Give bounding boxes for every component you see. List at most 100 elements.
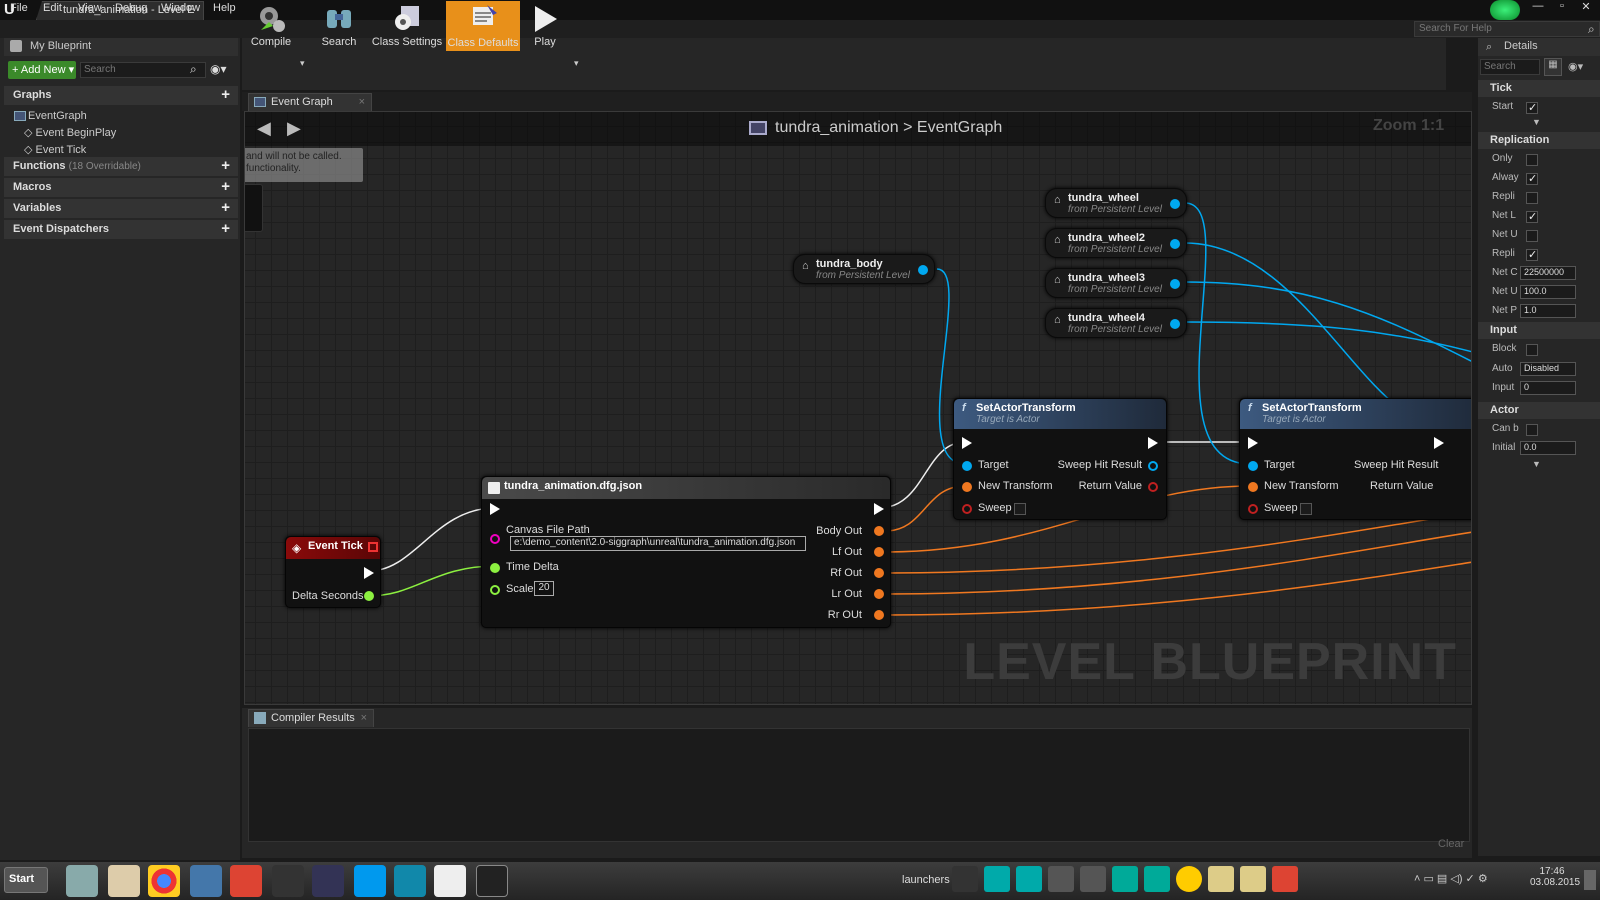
delegate-pin-icon[interactable]	[368, 542, 378, 552]
launcher-icon[interactable]	[1144, 866, 1170, 892]
compiler-output[interactable]	[248, 728, 1470, 842]
object-pin[interactable]	[1170, 319, 1180, 329]
delta-seconds-pin[interactable]	[364, 591, 374, 601]
tree-item-event-beginplay[interactable]: ◇ Event BeginPlay	[24, 126, 116, 139]
add-new-button[interactable]: + Add New ▾	[8, 61, 76, 79]
replication-checkbox[interactable]	[1526, 172, 1538, 185]
auto-dropdown[interactable]: Disabled	[1520, 362, 1576, 376]
rr-out-pin[interactable]	[874, 610, 884, 620]
sweep-hit-pin[interactable]	[1148, 461, 1158, 471]
lf-out-pin[interactable]	[874, 547, 884, 557]
replication-checkbox[interactable]	[1526, 192, 1538, 204]
sweep-pin[interactable]	[962, 504, 972, 514]
exec-in-pin[interactable]	[1248, 437, 1258, 449]
launcher-icon[interactable]	[1112, 866, 1138, 892]
tray-icons[interactable]: ˄ ▭ ▤ ◁) ✓ ⚙	[1414, 872, 1488, 885]
clock[interactable]: 17:46 03.08.2015	[1530, 866, 1580, 888]
launcher-icon[interactable]	[984, 866, 1010, 892]
return-value-pin[interactable]	[1148, 482, 1158, 492]
skype-icon[interactable]	[354, 865, 386, 897]
chrome-icon[interactable]	[148, 865, 180, 897]
details-search-input[interactable]: Search	[1480, 59, 1540, 75]
add-variable-icon[interactable]: +	[221, 199, 230, 216]
replication-checkbox[interactable]	[1526, 248, 1538, 261]
getter-tundra-wheel[interactable]: ⌂ tundra_wheel from Persistent Level	[1045, 188, 1187, 218]
scale-pin[interactable]	[490, 585, 500, 595]
net-update-input[interactable]: 100.0	[1520, 285, 1576, 299]
scale-input[interactable]: 20	[534, 581, 554, 596]
net-priority-input[interactable]: 1.0	[1520, 304, 1576, 318]
menu-edit[interactable]: Edit	[43, 2, 62, 14]
breadcrumb-blueprint[interactable]: tundra_animation	[775, 119, 899, 136]
git-icon[interactable]	[230, 865, 262, 897]
target-pin[interactable]	[1248, 461, 1258, 471]
add-graph-icon[interactable]: +	[221, 86, 230, 103]
menu-help[interactable]: Help	[213, 2, 236, 14]
tree-item-eventgraph[interactable]: EventGraph	[28, 110, 87, 122]
thunderbird-icon[interactable]	[190, 865, 222, 897]
initial-life-span-input[interactable]: 0.0	[1520, 441, 1576, 455]
input-priority-input[interactable]: 0	[1520, 381, 1576, 395]
eye-icon[interactable]: ◉▾	[1568, 60, 1583, 73]
compile-dropdown-icon[interactable]: ▾	[300, 58, 305, 69]
getter-tundra-body[interactable]: ⌂ tundra_body from Persistent Level	[793, 254, 935, 284]
menu-file[interactable]: File	[10, 2, 28, 14]
variables-section[interactable]: Variables +	[4, 199, 238, 218]
close-icon[interactable]: ✕	[1576, 0, 1596, 16]
event-tick-node[interactable]: Event Tick ◈ Delta Seconds	[285, 536, 381, 608]
replication-checkbox[interactable]	[1526, 230, 1538, 242]
blueprint-search-input[interactable]: Search	[80, 62, 206, 78]
menu-view[interactable]: View	[78, 2, 102, 14]
macros-section[interactable]: Macros +	[4, 178, 238, 197]
target-pin[interactable]	[962, 461, 972, 471]
search-button[interactable]: Search	[304, 2, 374, 50]
back-arrow-icon[interactable]: ◀	[257, 118, 271, 139]
net-cull-input[interactable]: 22500000	[1520, 266, 1576, 280]
start-checkbox[interactable]	[1526, 101, 1538, 114]
functions-section[interactable]: Functions (18 Overridable) +	[4, 157, 238, 176]
taskbar-app-icon[interactable]	[66, 865, 98, 897]
set-actor-transform-node-2[interactable]: SetActorTransform Target is Actor f Targ…	[1239, 398, 1471, 520]
forward-arrow-icon[interactable]: ▶	[287, 118, 301, 139]
menu-debug[interactable]: Debug	[115, 2, 147, 14]
object-pin[interactable]	[918, 265, 928, 275]
getter-tundra-wheel3[interactable]: ⌂ tundra_wheel3 from Persistent Level	[1045, 268, 1187, 298]
class-settings-button[interactable]: Class Settings	[368, 2, 446, 50]
breadcrumb-graph[interactable]: EventGraph	[917, 119, 1002, 136]
sweep-checkbox[interactable]	[1300, 503, 1312, 515]
grid-view-icon[interactable]: ▦	[1544, 58, 1562, 76]
infinity-icon[interactable]	[312, 865, 344, 897]
replication-section[interactable]: Replication	[1478, 132, 1600, 149]
close-tab-icon[interactable]: ×	[361, 712, 367, 724]
body-out-pin[interactable]	[874, 526, 884, 536]
launcher-icon[interactable]	[1240, 866, 1266, 892]
launcher-icon[interactable]	[1048, 866, 1074, 892]
lr-out-pin[interactable]	[874, 589, 884, 599]
rf-out-pin[interactable]	[874, 568, 884, 578]
close-tab-icon[interactable]: ×	[359, 96, 365, 108]
exec-out-pin[interactable]	[1148, 437, 1158, 449]
graph-canvas[interactable]: ◀ ▶ tundra_animation > EventGraph Zoom 1…	[244, 111, 1472, 705]
sweep-checkbox[interactable]	[1014, 503, 1026, 515]
getter-tundra-wheel4[interactable]: ⌂ tundra_wheel4 from Persistent Level	[1045, 308, 1187, 338]
tick-section[interactable]: Tick	[1478, 80, 1600, 97]
notification-icon[interactable]	[1490, 0, 1520, 20]
clear-button[interactable]: Clear	[1438, 838, 1464, 850]
launcher-icon[interactable]	[952, 866, 978, 892]
add-macro-icon[interactable]: +	[221, 178, 230, 195]
class-defaults-button[interactable]: Class Defaults	[446, 1, 520, 51]
object-pin[interactable]	[1170, 199, 1180, 209]
tree-item-event-tick[interactable]: ◇ Event Tick	[24, 143, 86, 156]
tab-event-graph[interactable]: Event Graph ×	[248, 93, 372, 111]
sublime-icon[interactable]	[272, 865, 304, 897]
eye-icon[interactable]: ◉▾	[210, 62, 227, 76]
play-button[interactable]: Play	[522, 2, 568, 50]
show-desktop-button[interactable]	[1584, 870, 1596, 890]
help-search-input[interactable]: Search For Help	[1414, 21, 1600, 37]
offscreen-node[interactable]	[245, 184, 263, 232]
tab-compiler-results[interactable]: Compiler Results ×	[248, 709, 374, 727]
exec-out-pin[interactable]	[1434, 437, 1444, 449]
compile-button[interactable]: Compile	[236, 2, 306, 50]
launcher-icon[interactable]	[1272, 866, 1298, 892]
set-actor-transform-node-1[interactable]: SetActorTransform Target is Actor f Targ…	[953, 398, 1167, 520]
